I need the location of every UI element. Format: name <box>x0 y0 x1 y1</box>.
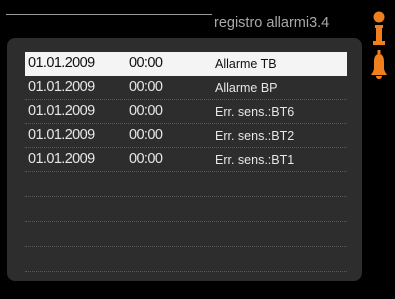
alarm-row-1[interactable]: 01.01.2009 00:00 Allarme TB <box>25 52 347 76</box>
alarm-bell-icon[interactable] <box>369 50 389 86</box>
page-title: registro allarmi3.4 <box>214 14 329 32</box>
alarm-message: Allarme BP <box>215 81 278 95</box>
menu-title: registro allarmi <box>214 15 310 31</box>
alarm-time: 00:00 <box>129 55 163 71</box>
header-divider <box>6 14 212 15</box>
alarm-date: 01.01.2009 <box>28 55 95 71</box>
menu-number: 3.4 <box>309 15 330 31</box>
alarm-row-2[interactable]: 01.01.2009 00:00 Allarme BP <box>25 76 347 100</box>
alarm-time: 00:00 <box>129 79 163 95</box>
empty-row <box>25 222 347 247</box>
empty-row <box>25 172 347 197</box>
empty-row <box>25 197 347 222</box>
alarm-message: Err. sens.:BT2 <box>215 129 295 143</box>
info-icon[interactable] <box>369 10 389 50</box>
alarm-time: 00:00 <box>129 151 163 167</box>
alarm-row-3[interactable]: 01.01.2009 00:00 Err. sens.:BT6 <box>25 100 347 124</box>
alarm-date: 01.01.2009 <box>28 151 95 167</box>
alarm-list: 01.01.2009 00:00 Allarme TB 01.01.2009 0… <box>25 52 347 272</box>
alarm-date: 01.01.2009 <box>28 127 95 143</box>
display-screen: registro allarmi3.4 01.01.2009 00:00 All… <box>0 0 395 299</box>
alarm-time: 00:00 <box>129 127 163 143</box>
empty-row <box>25 247 347 272</box>
side-icon-column <box>369 10 389 90</box>
alarm-time: 00:00 <box>129 103 163 119</box>
alarm-message: Err. sens.:BT1 <box>215 153 295 167</box>
alarm-log-panel: 01.01.2009 00:00 Allarme TB 01.01.2009 0… <box>7 38 362 281</box>
alarm-row-5[interactable]: 01.01.2009 00:00 Err. sens.:BT1 <box>25 148 347 172</box>
alarm-message: Allarme TB <box>215 57 277 71</box>
alarm-message: Err. sens.:BT6 <box>215 105 295 119</box>
alarm-row-4[interactable]: 01.01.2009 00:00 Err. sens.:BT2 <box>25 124 347 148</box>
alarm-date: 01.01.2009 <box>28 103 95 119</box>
alarm-date: 01.01.2009 <box>28 79 95 95</box>
